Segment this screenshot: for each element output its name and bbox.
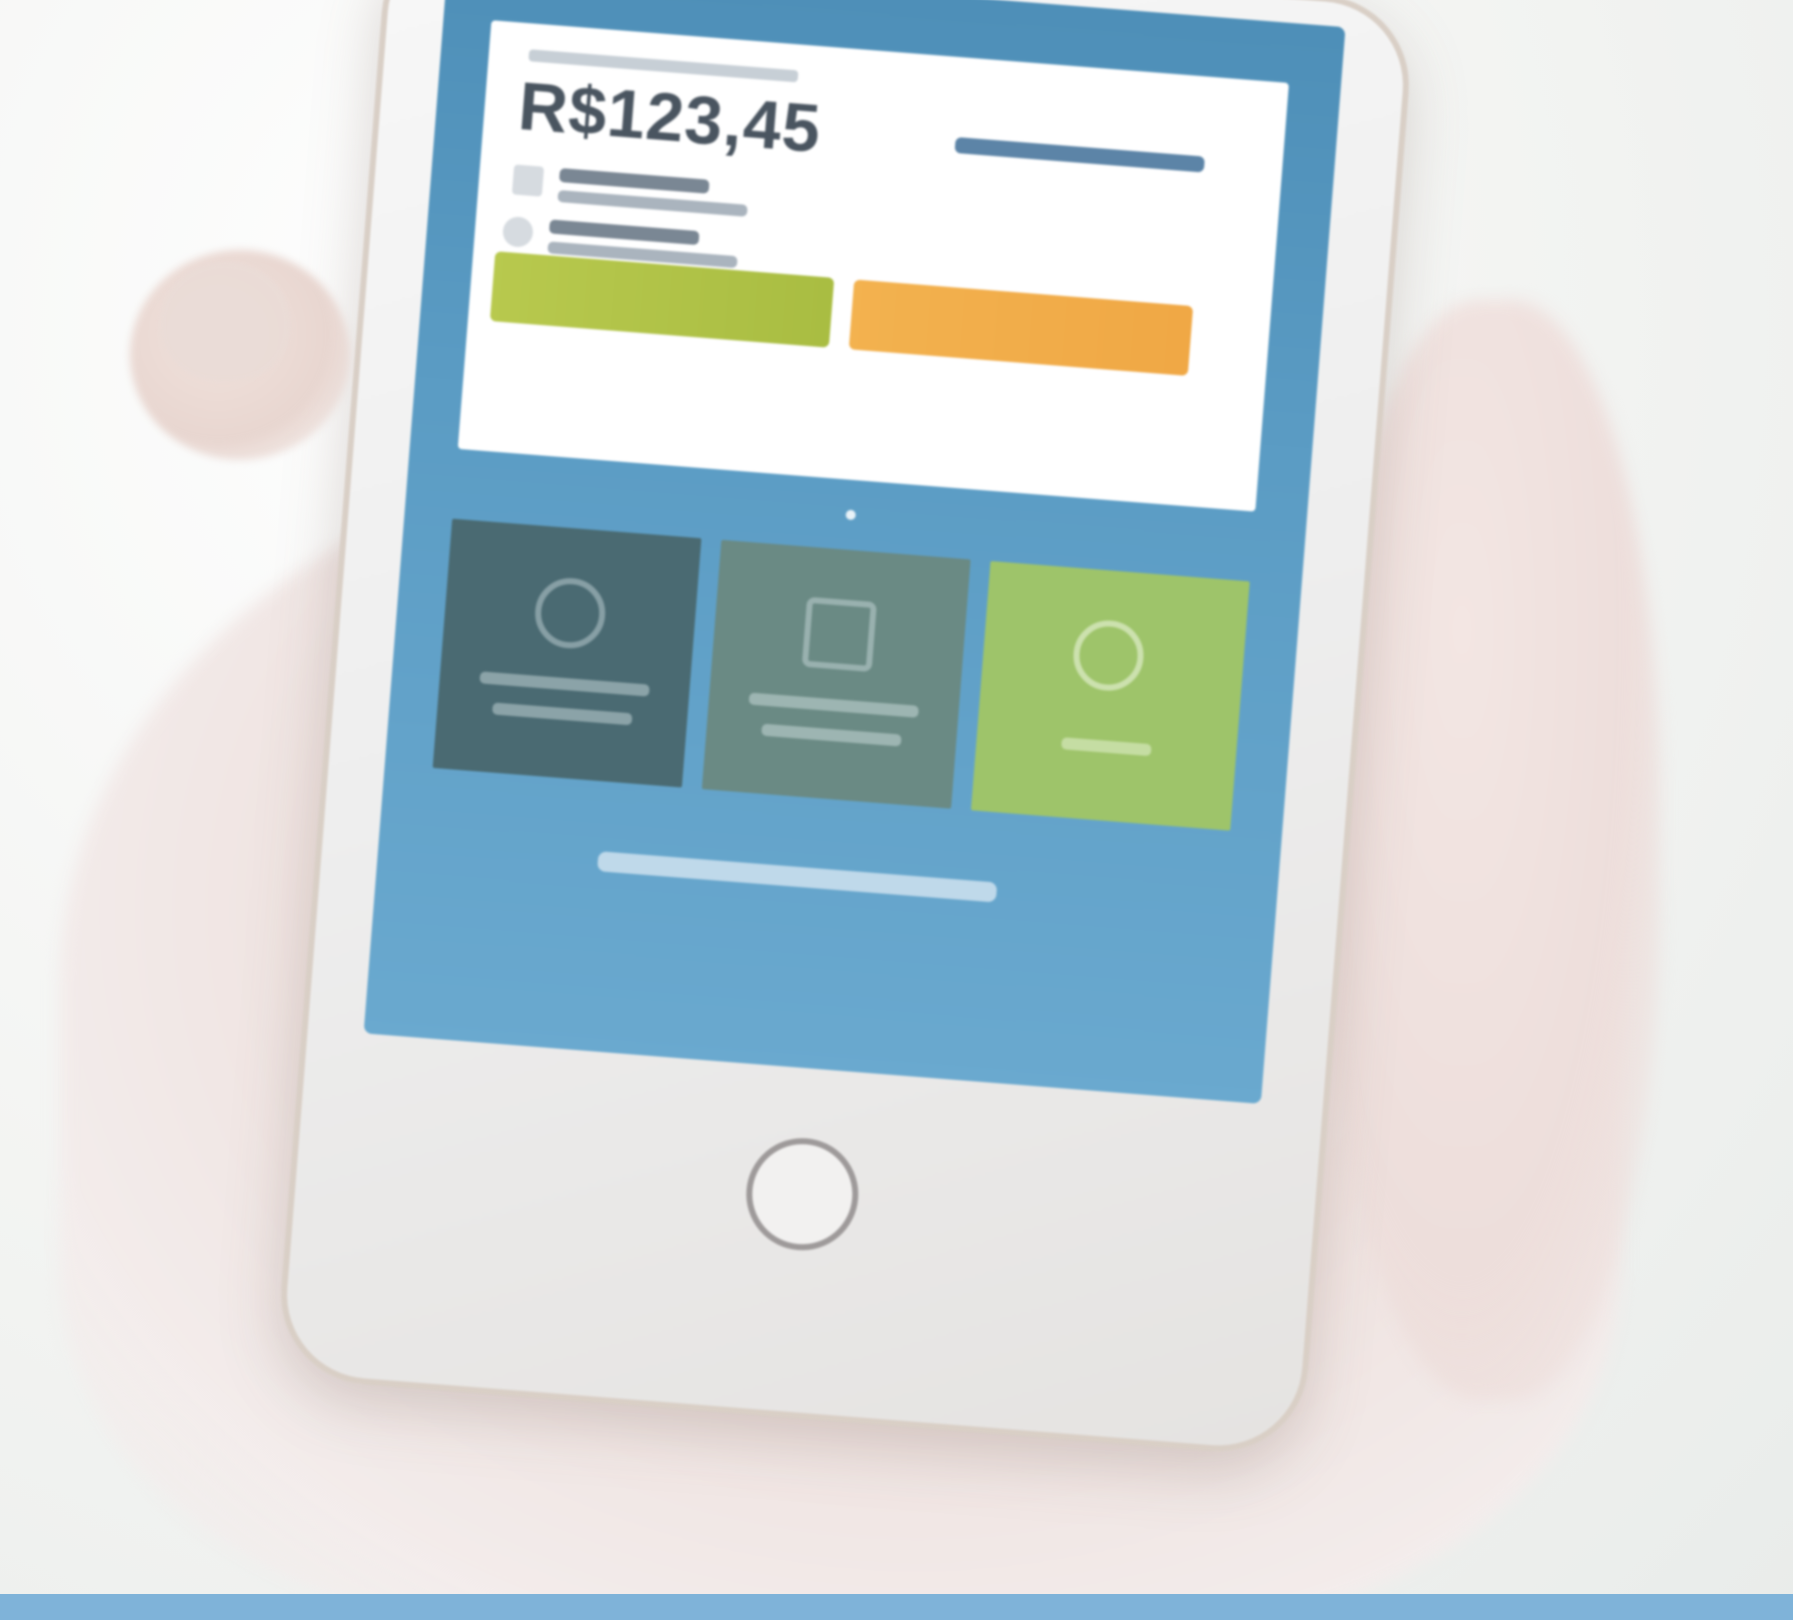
- thumb-nail: [160, 262, 290, 382]
- promo-text-line: [597, 851, 998, 903]
- hand-finger-right: [1330, 300, 1660, 1400]
- tile-2-label: [748, 692, 919, 718]
- tile-3-label: [1061, 737, 1152, 757]
- service-tile-1[interactable]: [432, 518, 702, 788]
- photo-scene: R$123,45: [0, 0, 1793, 1620]
- service-tile-3[interactable]: [970, 561, 1250, 831]
- smartphone: R$123,45: [274, 0, 1416, 1459]
- tile-2-sublabel: [761, 723, 902, 747]
- tile-1-label: [479, 671, 650, 697]
- home-button[interactable]: [742, 1133, 863, 1255]
- phone-screen: R$123,45: [363, 0, 1346, 1104]
- tile-1-sublabel: [491, 702, 633, 726]
- lightbulb-icon: [501, 215, 535, 249]
- carousel-dot: [845, 509, 857, 521]
- document-icon: [801, 596, 877, 673]
- service-tile-2[interactable]: [701, 539, 971, 809]
- bottom-border: [0, 1594, 1793, 1620]
- drop-icon: [532, 575, 608, 651]
- calendar-icon: [511, 164, 545, 197]
- microphone-icon: [1070, 617, 1147, 694]
